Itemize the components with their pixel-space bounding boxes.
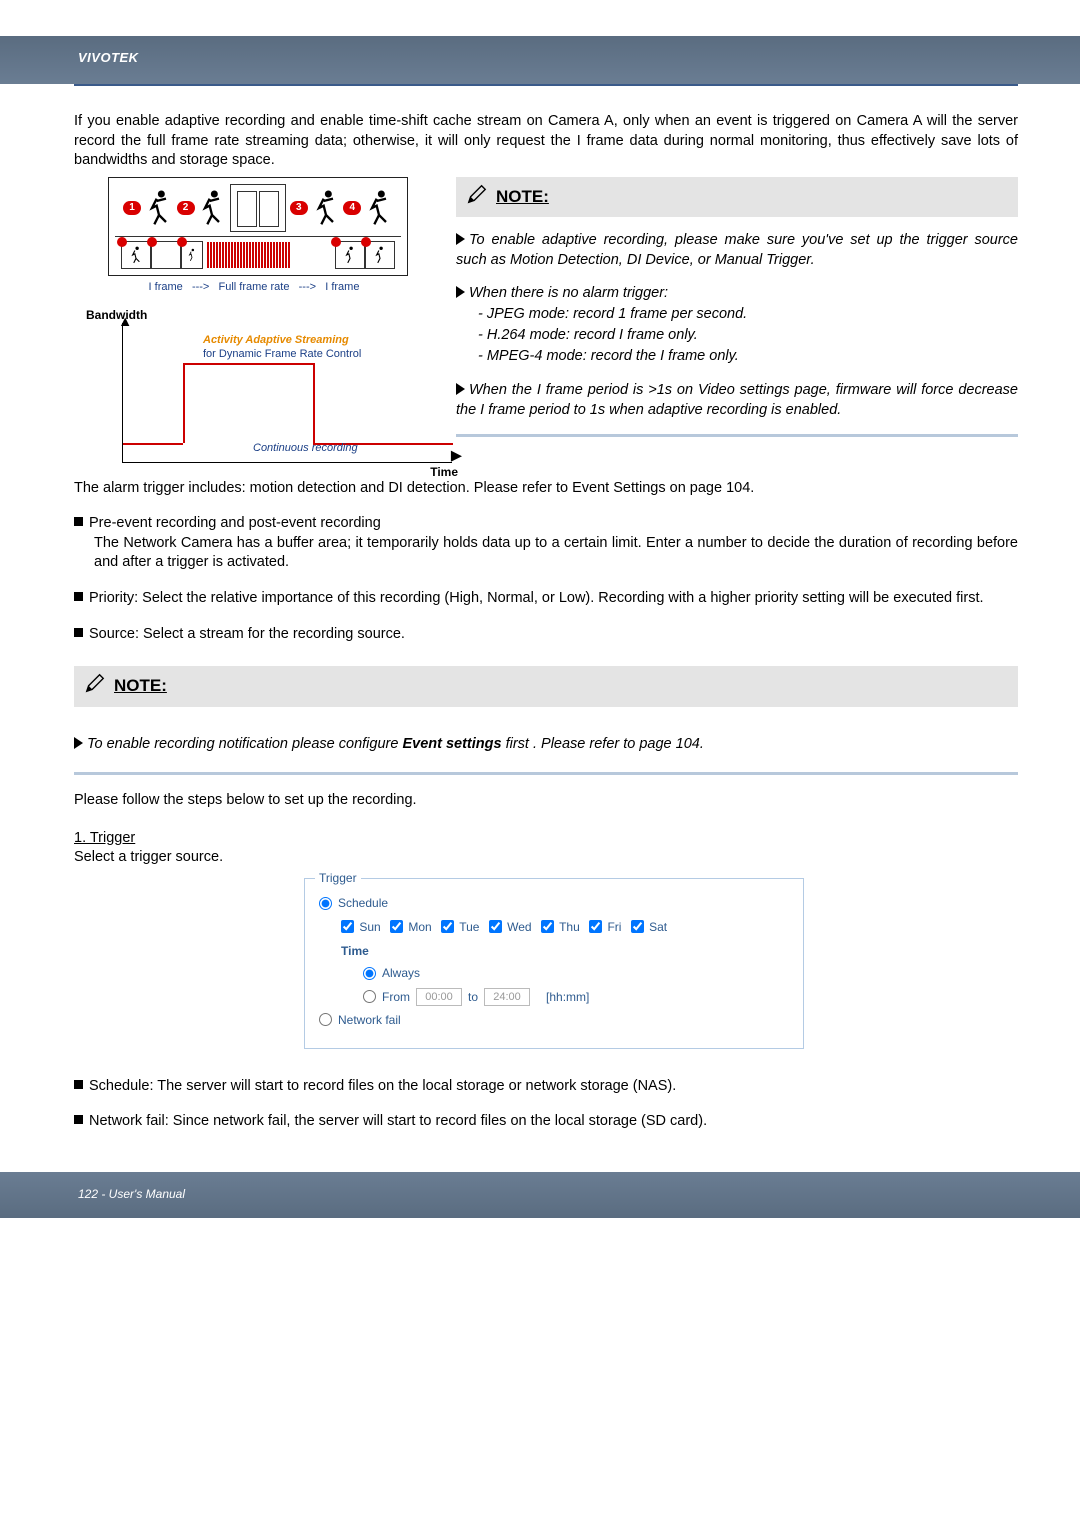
- square-bullet-icon: [74, 517, 83, 526]
- trigger-heading: 1. Trigger: [74, 829, 1018, 849]
- full-frame-bar: [207, 241, 331, 269]
- frame-cell: [151, 241, 181, 269]
- bandwidth-label: Bandwidth: [86, 307, 434, 323]
- bullet-block: Priority: Select the relative importance…: [74, 589, 1018, 609]
- bandwidth-graph: ▲ ▶ Activity Adaptive Streaming for Dyna…: [122, 323, 452, 463]
- day-checkbox-thu[interactable]: [541, 920, 554, 933]
- runner-icon: [198, 188, 226, 228]
- bullet-block: Pre-event recording and post-event recor…: [74, 514, 1018, 573]
- door-icon: [230, 184, 286, 232]
- diagram-caption: I frame ---> Full frame rate ---> I fram…: [74, 280, 434, 295]
- note-separator: [456, 434, 1018, 437]
- note-item: To enable adaptive recording, please mak…: [456, 231, 1018, 270]
- from-time-input[interactable]: [416, 988, 462, 1006]
- runner-icon: [145, 188, 173, 228]
- note-column: NOTE: To enable adaptive recording, plea…: [456, 177, 1018, 463]
- trailing-bullet: Network fail: Since network fail, the se…: [74, 1112, 1018, 1132]
- header-divider: [74, 84, 1018, 94]
- always-label: Always: [382, 965, 420, 981]
- note-item: When the I frame period is >1s on Video …: [456, 381, 1018, 420]
- triangle-icon: [456, 233, 465, 245]
- trailing-bullet: Schedule: The server will start to recor…: [74, 1077, 1018, 1097]
- bullet-block: Source: Select a stream for the recordin…: [74, 625, 1018, 645]
- trigger-sub: Select a trigger source.: [74, 848, 1018, 868]
- square-bullet-icon: [74, 1080, 83, 1089]
- diagram-num-3: 3: [290, 201, 308, 215]
- schedule-radio[interactable]: [319, 897, 332, 910]
- square-bullet-icon: [74, 592, 83, 601]
- frame-cell: [121, 241, 151, 269]
- frame-cell: [181, 241, 203, 269]
- page-header: VIVOTEK: [0, 36, 1080, 84]
- day-checkbox-fri[interactable]: [589, 920, 602, 933]
- content-area: If you enable adaptive recording and ena…: [0, 94, 1080, 1132]
- hhmm-label: [hh:mm]: [546, 989, 589, 1005]
- day-checkbox-wed[interactable]: [489, 920, 502, 933]
- trigger-legend: Trigger: [315, 870, 361, 886]
- frame-cell: [365, 241, 395, 269]
- note2-line: To enable recording notification please …: [74, 735, 1018, 755]
- network-fail-label: Network fail: [338, 1012, 401, 1028]
- day-checkbox-sat[interactable]: [631, 920, 644, 933]
- schedule-label: Schedule: [338, 895, 388, 911]
- footer-text: 122 - User's Manual: [78, 1187, 185, 1201]
- days-row: Sun Mon Tue Wed Thu Fri Sat: [341, 919, 789, 935]
- note-item: When there is no alarm trigger: - JPEG m…: [456, 284, 1018, 367]
- time-axis-label: Time: [430, 464, 458, 480]
- day-checkbox-tue[interactable]: [441, 920, 454, 933]
- continuous-label: Continuous recording: [253, 441, 358, 456]
- note-title: NOTE:: [496, 186, 549, 209]
- activity-diagram: 1 2 3 4: [108, 177, 408, 276]
- note-separator: [74, 772, 1018, 775]
- note-header: NOTE:: [456, 177, 1018, 218]
- diagram-num-4: 4: [343, 201, 361, 215]
- steps-intro: Please follow the steps below to set up …: [74, 791, 1018, 811]
- square-bullet-icon: [74, 628, 83, 637]
- square-bullet-icon: [74, 1115, 83, 1124]
- dfc-label: for Dynamic Frame Rate Control: [203, 347, 361, 362]
- frame-cell: [335, 241, 365, 269]
- pencil-icon: [466, 183, 488, 212]
- triangle-icon: [74, 737, 83, 749]
- brand-label: VIVOTEK: [78, 50, 139, 65]
- note-header-wide: NOTE:: [74, 666, 1018, 707]
- runner-icon: [365, 188, 393, 228]
- pencil-icon: [84, 672, 106, 701]
- network-fail-radio[interactable]: [319, 1013, 332, 1026]
- note-title: NOTE:: [114, 675, 167, 698]
- from-label: From: [382, 989, 410, 1005]
- runner-icon: [312, 188, 340, 228]
- trigger-fieldset: Trigger Schedule Sun Mon Tue Wed Thu Fri…: [304, 878, 804, 1049]
- page-footer: 122 - User's Manual: [0, 1172, 1080, 1218]
- to-label: to: [468, 989, 478, 1005]
- diagram-num-1: 1: [123, 201, 141, 215]
- aas-label: Activity Adaptive Streaming: [203, 333, 349, 348]
- day-checkbox-mon[interactable]: [390, 920, 403, 933]
- triangle-icon: [456, 286, 465, 298]
- to-time-input[interactable]: [484, 988, 530, 1006]
- after-note-paragraph: The alarm trigger includes: motion detec…: [74, 479, 1018, 499]
- arrow-up-icon: ▲: [118, 313, 132, 333]
- day-checkbox-sun[interactable]: [341, 920, 354, 933]
- always-radio[interactable]: [363, 967, 376, 980]
- diagram-num-2: 2: [177, 201, 195, 215]
- time-label: Time: [341, 943, 789, 959]
- from-radio[interactable]: [363, 990, 376, 1003]
- diagram-column: 1 2 3 4: [74, 177, 434, 463]
- triangle-icon: [456, 383, 465, 395]
- intro-paragraph: If you enable adaptive recording and ena…: [74, 112, 1018, 171]
